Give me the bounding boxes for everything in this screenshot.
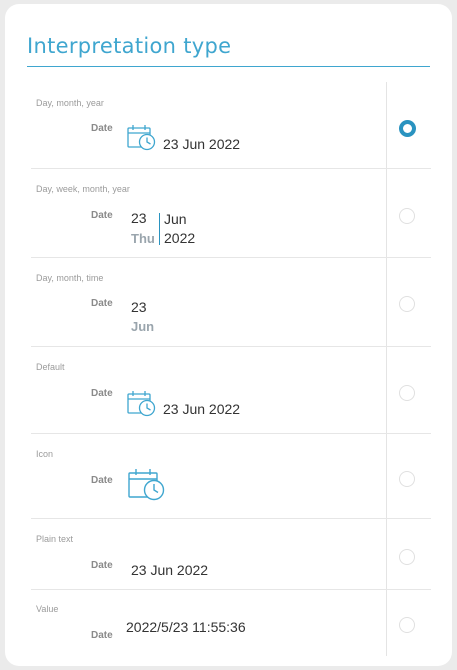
radio-value[interactable] xyxy=(399,617,415,633)
option-row-default[interactable]: Default Date 23 Jun 2022 xyxy=(31,347,431,434)
radio-default[interactable] xyxy=(399,385,415,401)
option-row-day-month-year[interactable]: Day, month, year Date 23 Jun 2022 xyxy=(31,82,431,169)
option-row-plain-text[interactable]: Plain text Date 23 Jun 2022 xyxy=(31,519,431,590)
option-label: Default xyxy=(36,362,65,372)
radio-day-month-year[interactable] xyxy=(399,120,416,137)
option-label: Value xyxy=(36,604,59,614)
option-label: Day, month, time xyxy=(36,273,104,283)
option-label: Day, month, year xyxy=(36,98,104,108)
calendar-clock-icon xyxy=(127,125,156,151)
date-value: 23 Jun 2022 xyxy=(131,562,209,578)
option-row-icon[interactable]: Icon Date xyxy=(31,434,431,519)
option-label: Day, week, month, year xyxy=(36,184,130,194)
date-label: Date xyxy=(91,123,113,134)
date-label: Date xyxy=(91,630,113,641)
date-separator xyxy=(159,213,160,245)
option-label: Plain text xyxy=(36,534,74,544)
option-row-value[interactable]: Value Date 2022/5/23 11:55:36 xyxy=(31,590,431,656)
radio-icon[interactable] xyxy=(399,471,415,487)
date-value: 23 Jun 2022 xyxy=(163,136,241,152)
calendar-clock-icon xyxy=(127,391,156,417)
date-value: 23 Jun 2022 xyxy=(163,401,241,417)
radio-day-month-time[interactable] xyxy=(399,296,415,312)
option-row-day-week-month-year[interactable]: Day, week, month, year Date 23 Thu Jun 2… xyxy=(31,169,431,258)
interpretation-type-card: Interpretation type Day, month, year Dat… xyxy=(5,4,452,666)
calendar-clock-icon xyxy=(128,469,165,501)
date-month: Jun xyxy=(131,319,155,334)
date-label: Date xyxy=(91,210,113,221)
date-weekday: Thu xyxy=(131,231,155,246)
radio-plain-text[interactable] xyxy=(399,549,415,565)
date-day: 23 xyxy=(131,210,147,226)
title-underline xyxy=(27,66,430,67)
date-label: Date xyxy=(91,298,113,309)
date-value: 2022/5/23 11:55:36 xyxy=(126,619,246,635)
date-label: Date xyxy=(91,388,113,399)
option-label: Icon xyxy=(36,449,54,459)
radio-day-week-month-year[interactable] xyxy=(399,208,415,224)
date-day: 23 xyxy=(131,299,147,315)
date-year: 2022 xyxy=(164,230,196,246)
section-title: Interpretation type xyxy=(27,34,232,58)
date-month: Jun xyxy=(164,211,187,227)
option-row-day-month-time[interactable]: Day, month, time Date 23 Jun xyxy=(31,258,431,347)
date-label: Date xyxy=(91,560,113,571)
date-label: Date xyxy=(91,475,113,486)
